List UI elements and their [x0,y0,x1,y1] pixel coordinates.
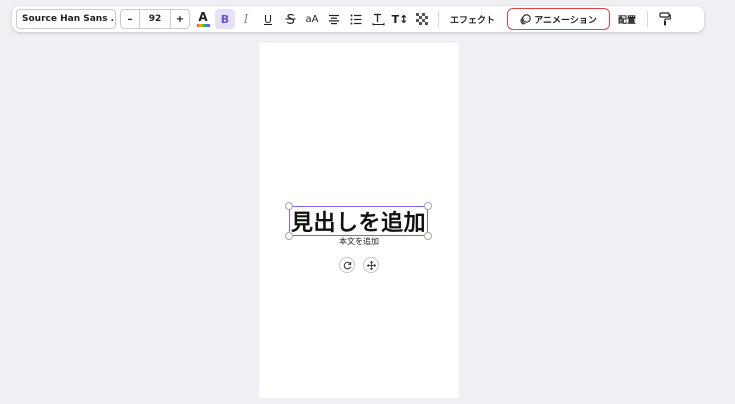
position-button[interactable]: 配置 [612,9,642,29]
toolbar-divider [438,11,439,27]
color-swatch-bar [196,24,210,27]
line-spacing-button[interactable] [367,9,389,29]
strikethrough-button[interactable] [279,9,301,29]
effects-button[interactable]: エフェクト [444,9,501,29]
list-button[interactable] [345,9,367,29]
animation-button[interactable]: アニメーション [507,8,611,30]
text-color-button[interactable]: A [193,9,213,29]
paint-roller-icon [659,12,671,26]
body-text[interactable]: 本文を追加 [259,236,459,247]
design-page[interactable]: 見出しを追加 本文を追加 [259,43,459,398]
font-family-label: Source Han Sans ... [22,14,116,24]
rotate-icon [343,261,351,269]
bold-button[interactable]: B [215,9,235,29]
font-size-stepper: – 92 + [120,9,190,29]
vertical-text-icon: T↕ [391,12,409,26]
copy-style-button[interactable] [653,9,677,29]
heading-text[interactable]: 見出しを追加 [290,207,427,236]
increase-font-size-button[interactable]: + [171,10,189,28]
align-center-icon [329,14,339,24]
decrease-font-size-button[interactable]: – [121,10,139,28]
move-button[interactable] [363,257,379,273]
font-family-dropdown[interactable]: Source Han Sans ... [16,9,116,29]
bullet-list-icon [350,14,362,24]
toolbar-divider [647,11,649,27]
underline-button[interactable]: U [257,9,279,29]
text-direction-button[interactable]: T↕ [389,9,411,29]
text-selection-box[interactable]: 見出しを追加 [285,202,432,240]
text-color-icon: A [198,10,208,24]
move-icon [366,260,376,270]
transparency-button[interactable] [411,9,433,29]
text-spacing-icon [372,13,384,25]
resize-handle-top-right[interactable] [424,202,432,210]
text-toolbar: Source Han Sans ... – 92 + A B I U aA T↕… [12,6,704,32]
italic-button[interactable]: I [235,9,257,29]
text-align-button[interactable] [323,9,345,29]
transparency-checker-icon [416,13,428,25]
animation-icon [520,13,531,25]
rotate-button[interactable] [339,257,355,273]
resize-handle-top-left[interactable] [285,202,293,210]
font-size-input[interactable]: 92 [139,10,171,28]
animation-label: アニメーション [534,15,597,26]
letter-case-button[interactable]: aA [301,9,323,29]
strikethrough-icon [285,13,295,24]
